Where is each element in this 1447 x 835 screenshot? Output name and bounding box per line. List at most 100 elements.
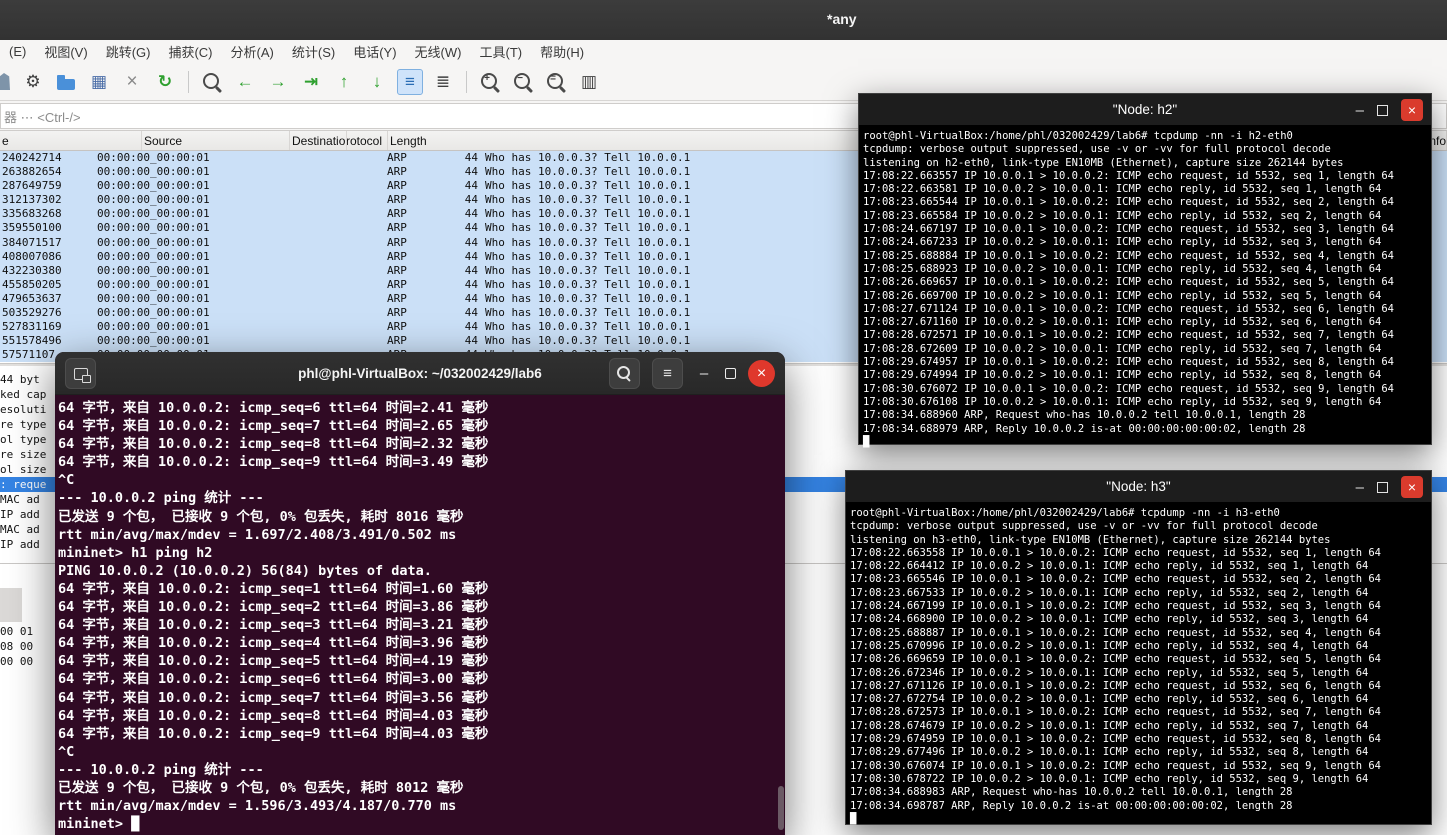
packet-protocol-cell: ARP xyxy=(387,179,407,193)
menu-button[interactable]: ≡ xyxy=(652,358,683,389)
capture-options-icon[interactable]: ⚙ xyxy=(20,69,46,95)
tcpdump-line: 17:08:28.672573 IP 10.0.0.1 > 10.0.0.2: … xyxy=(850,706,1382,719)
new-window-icon xyxy=(73,367,91,383)
node-h3-title: "Node: h3" xyxy=(1106,479,1171,494)
tcpdump-line: 17:08:22.664412 IP 10.0.0.2 > 10.0.0.1: … xyxy=(850,560,1369,573)
terminal-close-button[interactable]: × xyxy=(748,360,775,387)
node-h3-titlebar[interactable]: "Node: h3" – × xyxy=(846,471,1431,503)
menu-item[interactable]: (E) xyxy=(0,40,35,63)
node-h3-close-button[interactable]: × xyxy=(1401,476,1423,498)
tcpdump-line: 17:08:34.698787 ARP, Reply 10.0.0.2 is-a… xyxy=(850,799,1293,812)
terminal-line: 64 字节，来自 10.0.0.2: icmp_seq=9 ttl=64 时间=… xyxy=(58,454,489,471)
close-capture-icon[interactable]: × xyxy=(119,69,145,95)
packet-length-cell: 44 xyxy=(464,151,478,164)
tcpdump-line: 17:08:29.677496 IP 10.0.0.2 > 10.0.0.1: … xyxy=(850,746,1369,759)
tcpdump-line: 17:08:27.671126 IP 10.0.0.1 > 10.0.0.2: … xyxy=(850,679,1382,692)
node-h2-close-button[interactable]: × xyxy=(1401,99,1423,121)
tcpdump-line: 17:08:30.678722 IP 10.0.0.2 > 10.0.0.1: … xyxy=(850,772,1369,785)
new-tab-button[interactable] xyxy=(65,358,96,389)
node-h3-content[interactable]: root@phl-VirtualBox:/home/phl/032002429/… xyxy=(846,503,1431,826)
toolbar-icon-glyph: = xyxy=(550,72,556,84)
find-packet-icon[interactable] xyxy=(199,69,225,95)
toolbar-icon-glyph xyxy=(203,73,215,85)
tcpdump-line: 17:08:27.672754 IP 10.0.0.2 > 10.0.0.1: … xyxy=(850,693,1369,706)
menu-item[interactable]: 工具(T) xyxy=(470,40,531,63)
packet-destination-cell xyxy=(237,236,385,250)
zoom-out-icon[interactable]: − xyxy=(510,69,536,95)
terminal-line: 64 字节，来自 10.0.0.2: icmp_seq=6 ttl=64 时间=… xyxy=(58,671,489,688)
toolbar-icon-glyph: ↻ xyxy=(157,72,173,91)
menu-item[interactable]: 帮助(H) xyxy=(531,40,593,63)
menu-item[interactable]: 分析(A) xyxy=(222,40,283,63)
column-header[interactable]: Protocol xyxy=(347,131,388,150)
node-h2-maximize-button[interactable] xyxy=(1377,104,1388,116)
terminal-titlebar[interactable]: phl@phl-VirtualBox: ~/032002429/lab6 ≡ –… xyxy=(55,352,785,395)
zoom-in-icon[interactable]: + xyxy=(477,69,503,95)
start-capture-icon[interactable] xyxy=(0,69,13,95)
zoom-reset-icon[interactable]: = xyxy=(543,69,569,95)
node-h3-maximize-button[interactable] xyxy=(1377,481,1388,493)
column-header[interactable]: Destination xyxy=(290,131,347,150)
colorize-icon[interactable]: ≣ xyxy=(430,69,456,95)
go-last-packet-icon[interactable]: ↓ xyxy=(364,69,390,95)
go-first-packet-icon[interactable]: ↑ xyxy=(331,69,357,95)
tcpdump-line: 17:08:26.669700 IP 10.0.0.2 > 10.0.0.1: … xyxy=(863,289,1382,302)
packet-time-cell: 384071517 xyxy=(2,235,62,249)
terminal-line: 64 字节，来自 10.0.0.2: icmp_seq=1 ttl=64 时间=… xyxy=(58,580,489,597)
toolbar-separator[interactable] xyxy=(466,70,467,93)
display-filter-placeholder: 器 ⋯ <Ctrl-/> xyxy=(4,109,81,125)
packet-protocol-cell: ARP xyxy=(387,334,407,348)
terminal-line: 64 字节，来自 10.0.0.2: icmp_seq=2 ttl=64 时间=… xyxy=(58,599,489,616)
wireshark-titlebar[interactable]: *any xyxy=(0,0,1447,40)
resize-columns-icon[interactable]: ▥ xyxy=(576,69,602,95)
menu-item[interactable]: 视图(V) xyxy=(35,40,96,63)
packet-destination-cell xyxy=(237,165,385,179)
go-to-packet-icon[interactable]: ⇥ xyxy=(298,69,324,95)
packet-time-cell: 335683268 xyxy=(2,207,62,221)
save-capture-icon[interactable]: ▦ xyxy=(86,69,112,95)
terminal-content[interactable]: 64 字节，来自 10.0.0.2: icmp_seq=6 ttl=64 时间=… xyxy=(55,395,776,835)
tcpdump-line: 17:08:23.665584 IP 10.0.0.2 > 10.0.0.1: … xyxy=(863,209,1382,222)
node-h2-content[interactable]: root@phl-VirtualBox:/home/phl/032002429/… xyxy=(859,126,1431,449)
packet-destination-cell xyxy=(237,264,385,278)
menu-item[interactable]: 捕获(C) xyxy=(159,40,221,63)
toolbar-separator[interactable] xyxy=(188,70,189,93)
packet-protocol-cell: ARP xyxy=(387,165,407,179)
terminal-minimize-button[interactable]: – xyxy=(695,365,713,382)
terminal-scrollbar-thumb[interactable] xyxy=(777,786,784,830)
tcpdump-line: 17:08:29.674994 IP 10.0.0.2 > 10.0.0.1: … xyxy=(863,369,1382,382)
menu-item[interactable]: 电话(Y) xyxy=(344,40,405,63)
go-back-icon[interactable]: ← xyxy=(232,69,258,95)
packet-time-cell: 455850205 xyxy=(2,277,62,291)
pane-corner xyxy=(0,588,22,622)
node-h2-titlebar[interactable]: "Node: h2" – × xyxy=(859,94,1431,126)
packet-protocol-cell: ARP xyxy=(387,207,407,221)
menu-item[interactable]: 跳转(G) xyxy=(97,40,160,63)
column-header[interactable]: Source xyxy=(142,131,290,150)
column-header[interactable]: e xyxy=(0,131,142,150)
terminal-maximize-button[interactable] xyxy=(725,368,736,379)
open-capture-icon[interactable] xyxy=(53,69,79,95)
terminal-line: 已发送 9 个包， 已接收 9 个包, 0% 包丢失, 耗时 8016 毫秒 xyxy=(58,508,464,525)
toolbar-icon-glyph: ⚙ xyxy=(25,72,41,91)
menu-item[interactable]: 无线(W) xyxy=(406,40,471,63)
packet-time-cell: 527831169 xyxy=(2,320,62,334)
packet-protocol-cell: ARP xyxy=(387,221,407,235)
menu-item[interactable]: 统计(S) xyxy=(283,40,344,63)
node-h3-minimize-button[interactable]: – xyxy=(1356,479,1364,496)
wireshark-window-title: *any xyxy=(827,11,857,27)
terminal-scrollbar[interactable] xyxy=(776,395,785,835)
node-h2-window: "Node: h2" – × root@phl-VirtualBox:/home… xyxy=(858,93,1432,448)
reload-icon[interactable]: ↻ xyxy=(152,69,178,95)
toolbar-icon-glyph: × xyxy=(126,71,138,92)
terminal-line: 64 字节，来自 10.0.0.2: icmp_seq=4 ttl=64 时间=… xyxy=(58,635,489,652)
terminal-line: 64 字节，来自 10.0.0.2: icmp_seq=7 ttl=64 时间=… xyxy=(58,418,489,435)
tcpdump-line: 17:08:28.672609 IP 10.0.0.2 > 10.0.0.1: … xyxy=(863,342,1382,355)
search-button[interactable] xyxy=(609,358,640,389)
packet-length-cell: 44 xyxy=(464,263,478,277)
node-h2-minimize-button[interactable]: – xyxy=(1356,102,1364,119)
go-forward-icon[interactable]: → xyxy=(265,69,291,95)
packet-length-cell: 44 xyxy=(464,320,478,334)
packet-destination-cell xyxy=(237,306,385,320)
autoscroll-icon[interactable]: ≡ xyxy=(397,68,423,95)
